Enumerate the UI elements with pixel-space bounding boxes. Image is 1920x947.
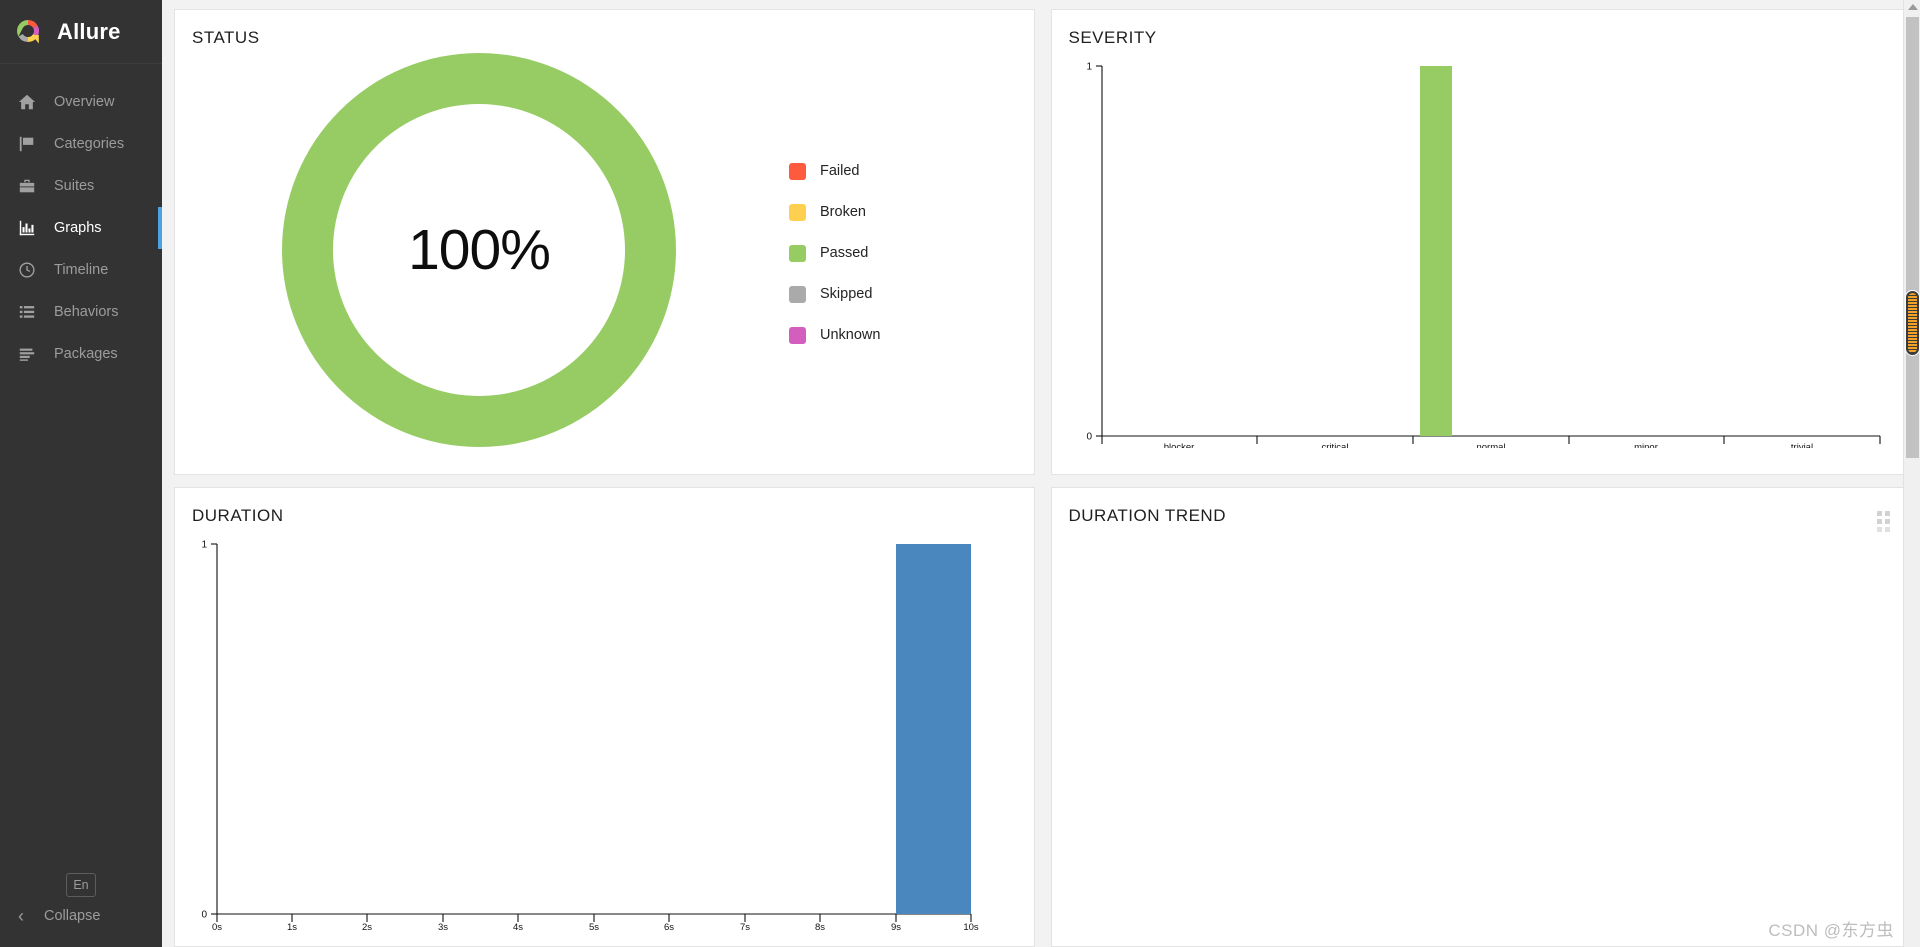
sidebar-item-label: Packages bbox=[54, 346, 118, 362]
severity-xtick: blocker bbox=[1163, 442, 1194, 448]
clock-icon bbox=[16, 259, 38, 281]
sidebar-item-timeline[interactable]: Timeline bbox=[0, 249, 162, 291]
legend-swatch-failed bbox=[789, 162, 806, 180]
sidebar-item-label: Timeline bbox=[54, 262, 109, 278]
sidebar-item-label: Categories bbox=[54, 136, 125, 152]
status-card: STATUS 100% Failed Broken Passed Skipped… bbox=[174, 9, 1035, 475]
page-scrollbar[interactable] bbox=[1903, 0, 1920, 947]
duration-card: DURATION 1 0 0s 1s 2s 3s 4s 5s 6s 7s 8s … bbox=[174, 487, 1035, 947]
scroll-up-arrow-icon[interactable] bbox=[1908, 4, 1918, 10]
severity-ytick-bottom: 0 bbox=[1086, 432, 1092, 443]
status-donut-chart[interactable]: 100% bbox=[179, 48, 779, 452]
sidebar-item-graphs[interactable]: Graphs bbox=[0, 207, 162, 249]
drag-dot bbox=[1885, 511, 1890, 516]
language-button[interactable]: En bbox=[66, 873, 96, 897]
legend-label: Passed bbox=[820, 245, 869, 261]
briefcase-icon bbox=[16, 175, 38, 197]
legend-item-failed[interactable]: Failed bbox=[789, 151, 880, 192]
sidebar-item-label: Graphs bbox=[54, 220, 102, 236]
duration-xtick: 9s bbox=[891, 922, 901, 933]
duration-xtick: 3s bbox=[438, 922, 448, 933]
sidebar-item-suites[interactable]: Suites bbox=[0, 165, 162, 207]
severity-xtick: trivial bbox=[1790, 442, 1812, 448]
collapse-button[interactable]: ‹ Collapse bbox=[0, 907, 162, 925]
severity-xtick: minor bbox=[1634, 442, 1658, 448]
severity-chart[interactable]: 1 0 blocker critical normal minor trivia… bbox=[1052, 48, 1911, 448]
brand-name: Allure bbox=[57, 18, 121, 44]
drag-dot bbox=[1877, 527, 1882, 532]
legend-swatch-passed bbox=[789, 244, 806, 262]
sidebar-item-label: Overview bbox=[54, 94, 115, 110]
duration-xtick: 2s bbox=[362, 922, 372, 933]
legend-label: Unknown bbox=[820, 327, 881, 343]
duration-xtick: 4s bbox=[513, 922, 523, 933]
allure-report-app: Allure Overview Categories Suites Graphs… bbox=[0, 0, 1920, 947]
duration-xtick: 10s bbox=[963, 922, 979, 933]
duration-bar-9s bbox=[896, 544, 971, 914]
legend-swatch-unknown bbox=[789, 326, 806, 344]
allure-donut-logo-icon bbox=[13, 17, 43, 47]
severity-ytick-top: 1 bbox=[1086, 62, 1092, 73]
duration-xtick: 7s bbox=[740, 922, 750, 933]
drag-dot bbox=[1877, 519, 1882, 524]
severity-xtick: critical bbox=[1321, 442, 1348, 448]
sidebar-item-label: Behaviors bbox=[54, 304, 119, 320]
status-chart-body: 100% Failed Broken Passed Skipped Unknow… bbox=[175, 48, 1034, 452]
legend-item-unknown[interactable]: Unknown bbox=[789, 315, 880, 356]
bar-chart-icon bbox=[16, 217, 38, 239]
duration-xtick: 5s bbox=[589, 922, 599, 933]
sidebar-item-packages[interactable]: Packages bbox=[0, 333, 162, 375]
status-donut-hole: 100% bbox=[333, 104, 625, 396]
status-legend: Failed Broken Passed Skipped Unknown bbox=[789, 145, 880, 356]
graphs-dashboard: STATUS 100% Failed Broken Passed Skipped… bbox=[162, 0, 1920, 947]
duration-xtick: 8s bbox=[815, 922, 825, 933]
home-icon bbox=[16, 91, 38, 113]
sidebar-footer: En ‹ Collapse bbox=[0, 873, 162, 947]
legend-label: Failed bbox=[820, 163, 860, 179]
duration-ytick-top: 1 bbox=[201, 540, 207, 551]
list-icon bbox=[16, 301, 38, 323]
duration-ytick-bottom: 0 bbox=[201, 910, 207, 921]
scrollbar-thumb[interactable] bbox=[1906, 291, 1919, 355]
drag-dots-icon[interactable] bbox=[1877, 511, 1890, 532]
severity-card: SEVERITY 1 0 blocker critical normal min… bbox=[1050, 9, 1911, 475]
legend-swatch-skipped bbox=[789, 285, 806, 303]
severity-xtick: normal bbox=[1476, 442, 1505, 448]
sidebar-nav: Overview Categories Suites Graphs Timeli… bbox=[0, 81, 162, 375]
legend-label: Skipped bbox=[820, 286, 873, 302]
scrollbar-track[interactable] bbox=[1906, 17, 1919, 458]
severity-bar-normal bbox=[1419, 66, 1452, 436]
duration-xtick: 0s bbox=[212, 922, 222, 933]
duration-xtick: 6s bbox=[664, 922, 674, 933]
duration-trend-header: DURATION TREND bbox=[1052, 488, 1911, 532]
drag-dot bbox=[1885, 519, 1890, 524]
sidebar: Allure Overview Categories Suites Graphs… bbox=[0, 0, 162, 947]
duration-card-title: DURATION bbox=[192, 506, 284, 525]
brand-header[interactable]: Allure bbox=[0, 0, 162, 64]
status-percent-value: 100% bbox=[408, 218, 551, 282]
legend-item-broken[interactable]: Broken bbox=[789, 192, 880, 233]
drag-dot bbox=[1885, 527, 1890, 532]
duration-trend-card-title: DURATION TREND bbox=[1068, 506, 1226, 525]
sidebar-item-behaviors[interactable]: Behaviors bbox=[0, 291, 162, 333]
severity-card-title: SEVERITY bbox=[1068, 28, 1157, 47]
duration-xtick: 1s bbox=[287, 922, 297, 933]
legend-item-passed[interactable]: Passed bbox=[789, 233, 880, 274]
legend-label: Broken bbox=[820, 204, 866, 220]
legend-swatch-broken bbox=[789, 203, 806, 221]
chevron-left-icon: ‹ bbox=[18, 906, 24, 926]
collapse-label: Collapse bbox=[44, 908, 101, 924]
status-donut-ring: 100% bbox=[282, 53, 676, 447]
duration-chart[interactable]: 1 0 0s 1s 2s 3s 4s 5s 6s 7s 8s 9s 10s bbox=[175, 526, 1034, 946]
sidebar-item-overview[interactable]: Overview bbox=[0, 81, 162, 123]
status-card-title: STATUS bbox=[192, 28, 260, 47]
sidebar-item-label: Suites bbox=[54, 178, 95, 194]
legend-item-skipped[interactable]: Skipped bbox=[789, 274, 880, 315]
duration-trend-card: DURATION TREND bbox=[1050, 487, 1911, 947]
stack-icon bbox=[16, 343, 38, 365]
sidebar-item-categories[interactable]: Categories bbox=[0, 123, 162, 165]
flag-icon bbox=[16, 133, 38, 155]
drag-dot bbox=[1877, 511, 1882, 516]
